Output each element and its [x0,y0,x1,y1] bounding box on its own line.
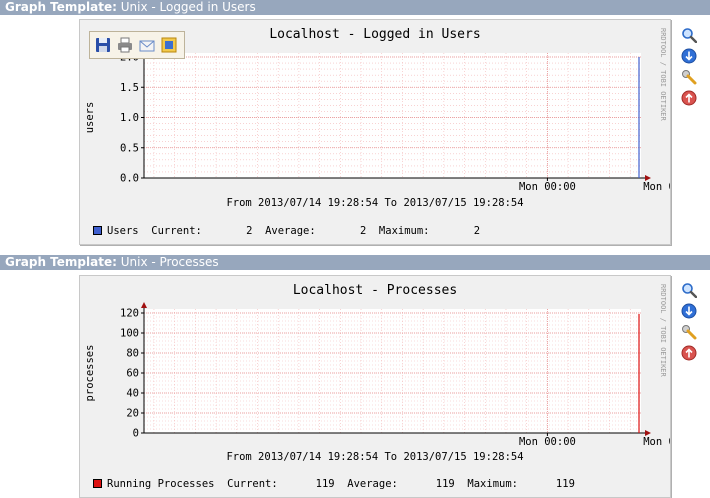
move-up-icon[interactable] [681,90,697,106]
y-axis-label: processes [84,345,96,402]
legend-swatch [93,479,102,488]
x-tick-label: Mon 00:00 [519,436,576,448]
rrdtool-watermark: RRDTOOL / TOBI OETIKER [659,284,667,378]
time-range-label: From 2013/07/14 19:28:54 To 2013/07/15 1… [226,451,523,463]
plot-area [144,53,641,178]
legend-series-name: Running Processes [107,478,215,490]
y-tick-label: 120 [120,308,139,320]
print-icon[interactable] [116,36,134,54]
y-tick-label: 0.5 [120,142,139,154]
y-tick-label: 80 [126,348,139,360]
y-tick-label: 60 [126,368,139,380]
y-tick-label: 20 [126,408,139,420]
download-icon[interactable] [681,48,697,64]
graph-toolbar [89,31,185,59]
rrdtool-watermark: RRDTOOL / TOBI OETIKER [659,28,667,122]
y-tick-label: 100 [120,328,139,340]
y-tick-label: 0.0 [120,173,139,185]
zoom-icon[interactable] [681,27,697,43]
legend-swatch [93,226,102,235]
graph-legend: Users Current: 2 Average: 2 Maximum: 2 [93,225,480,237]
y-axis-arrow [141,302,147,308]
y-axis-label: users [84,102,96,134]
template-label: Graph Template: [5,0,117,14]
template-label: Graph Template: [5,255,117,269]
graph-legend: Running Processes Current: 119 Average: … [93,478,575,490]
legend-average-value: 2 [359,225,367,237]
chart-plot: 020406080100120Mon 00:00Mon 06:00Mon 12:… [84,284,670,463]
graph-image[interactable]: Localhost - Processes 0 20 40 60 80 100 120 Mon… [79,275,671,498]
move-up-icon[interactable] [681,345,697,361]
legend-maximum-label: Maximum: [378,225,430,237]
legend-current-value: 2 [246,225,253,237]
legend-average-value: 119 [435,478,455,490]
x-tick-label: Mon 06:00 [643,436,670,448]
properties-icon[interactable] [681,324,697,340]
download-icon[interactable] [681,303,697,319]
legend-current-value: 119 [315,478,335,490]
legend-average-label: Average: [347,478,398,490]
email-icon[interactable] [138,36,156,54]
x-tick-label: Mon 06:00 [643,181,670,193]
graph-actions [681,282,697,366]
legend-current-label: Current: [227,478,278,490]
export-icon[interactable] [160,36,178,54]
y-tick-label: 0 [133,428,139,440]
legend-series-name: Users [107,225,139,237]
template-name: Unix - Processes [120,255,219,269]
y-tick-label: 1.0 [120,112,139,124]
y-tick-label: 1.5 [120,82,139,94]
template-name: Unix - Logged in Users [120,0,256,14]
save-icon[interactable] [94,36,112,54]
legend-maximum-value: 119 [555,478,575,490]
graph-template-header: Graph Template: Unix - Processes [0,255,710,270]
legend-maximum-label: Maximum: [467,478,518,490]
properties-icon[interactable] [681,69,697,85]
legend-maximum-value: 2 [473,225,481,237]
legend-current-label: Current: [151,225,202,237]
y-tick-label: 40 [126,388,139,400]
zoom-icon[interactable] [681,282,697,298]
time-range-label: From 2013/07/14 19:28:54 To 2013/07/15 1… [226,197,523,209]
legend-average-label: Average: [265,225,316,237]
graph-template-header: Graph Template: Unix - Logged in Users [0,0,710,15]
plot-area [144,309,641,433]
x-tick-label: Mon 00:00 [519,181,576,193]
graph-actions [681,27,697,111]
